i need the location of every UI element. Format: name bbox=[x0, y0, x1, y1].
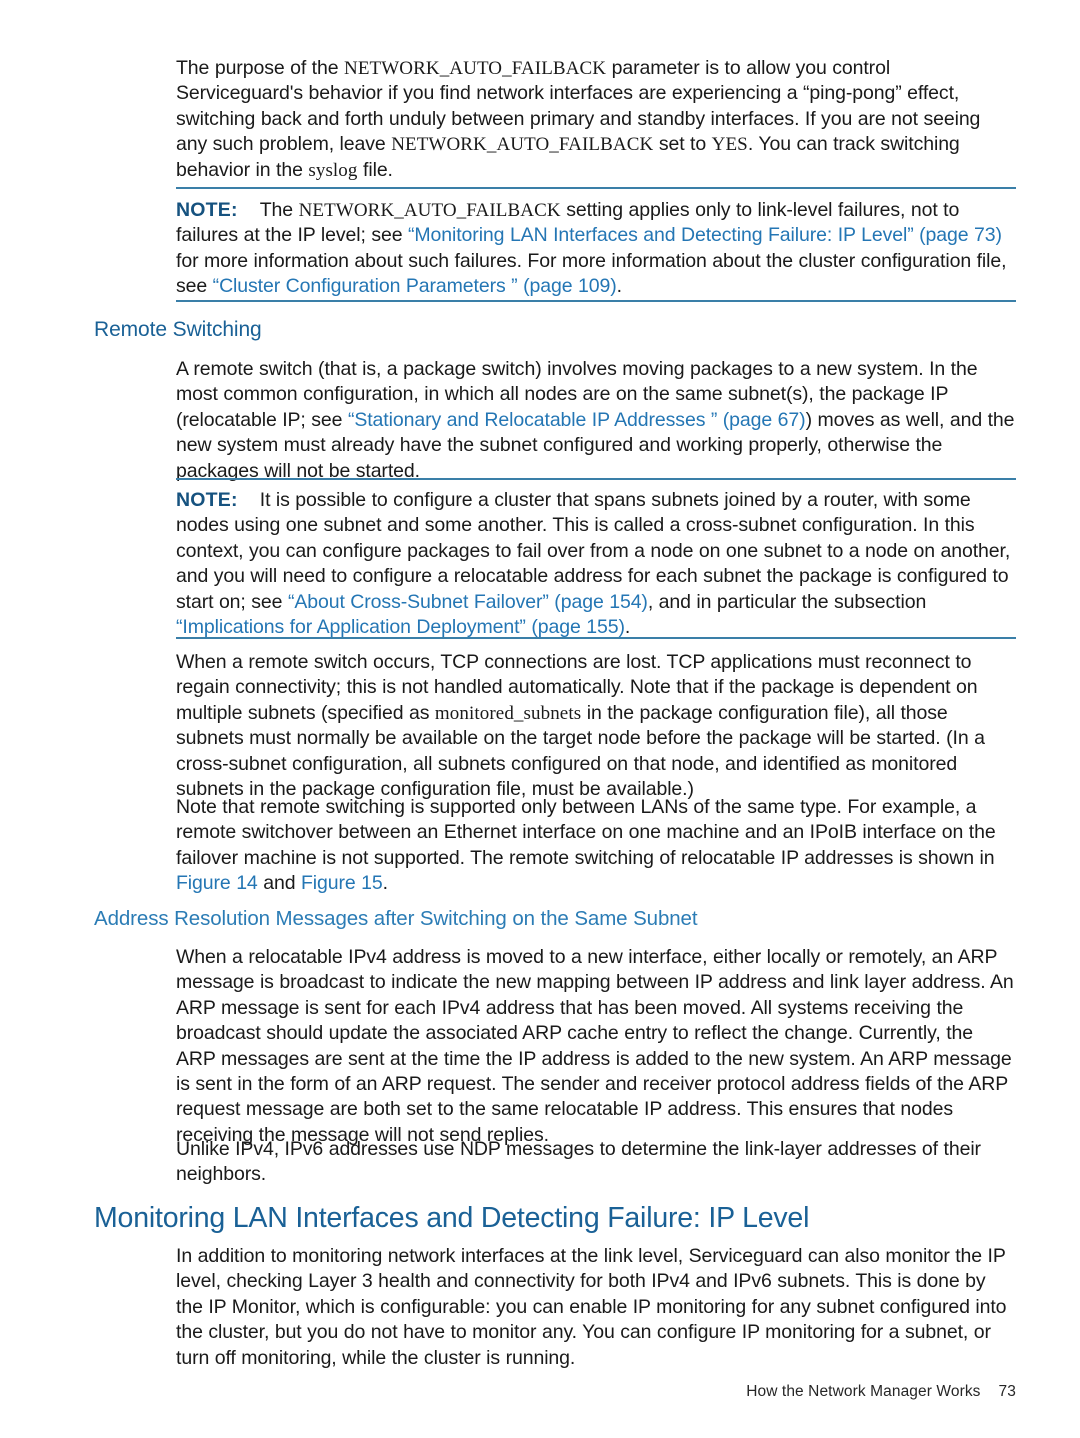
link-monitoring-lan-interfaces-ip-level[interactable]: “Monitoring LAN Interfaces and Detecting… bbox=[408, 224, 1002, 246]
note1-text-1: The bbox=[259, 199, 299, 221]
monitoring-paragraph: In addition to monitoring network interf… bbox=[176, 1245, 1007, 1369]
note2-spacer bbox=[238, 489, 260, 511]
note2-label: NOTE: bbox=[176, 489, 238, 511]
monitoring-paragraph-block: In addition to monitoring network interf… bbox=[176, 1244, 1016, 1371]
note1-text-4: . bbox=[616, 275, 622, 298]
note2-rule-top bbox=[176, 478, 1016, 480]
remote-switching-heading-block: Remote Switching bbox=[94, 317, 1016, 343]
heading-monitoring-lan-interfaces: Monitoring LAN Interfaces and Detecting … bbox=[94, 1202, 810, 1234]
lan-paragraph-block: Note that remote switching is supported … bbox=[176, 795, 1016, 897]
address-resolution-paragraph-2: Unlike IPv4, IPv6 addresses use NDP mess… bbox=[176, 1138, 981, 1186]
heading-address-resolution-messages: Address Resolution Messages after Switch… bbox=[94, 907, 698, 930]
intro-text-5: file. bbox=[357, 158, 393, 181]
heading-remote-switching: Remote Switching bbox=[94, 318, 262, 341]
note2-rule-bottom bbox=[176, 637, 1016, 639]
note1-spacer bbox=[238, 199, 260, 221]
code-network-auto-failback-2: NETWORK_AUTO_FAILBACK bbox=[391, 134, 654, 156]
note2-block: NOTE: It is possible to configure a clus… bbox=[176, 488, 1016, 640]
lan-text-3: . bbox=[382, 872, 388, 895]
lan-paragraph: Note that remote switching is supported … bbox=[176, 795, 1016, 897]
document-page: The purpose of the NETWORK_AUTO_FAILBACK… bbox=[0, 0, 1080, 1438]
intro-text-3: set to bbox=[653, 133, 712, 156]
page-footer: How the Network Manager Works 73 bbox=[94, 1383, 1016, 1401]
intro-paragraph: The purpose of the NETWORK_AUTO_FAILBACK… bbox=[176, 56, 1016, 183]
note2-text-3: . bbox=[624, 616, 631, 639]
intro-paragraph-block: The purpose of the NETWORK_AUTO_FAILBACK… bbox=[176, 56, 1016, 183]
tcp-paragraph: When a remote switch occurs, TCP connect… bbox=[176, 650, 1016, 802]
code-network-auto-failback-1: NETWORK_AUTO_FAILBACK bbox=[344, 58, 607, 79]
note1-rule-top bbox=[176, 187, 1016, 189]
code-monitored-subnets: monitored_subnets bbox=[434, 702, 582, 724]
intro-text-1: The purpose of the bbox=[176, 57, 345, 79]
code-yes: YES bbox=[711, 134, 748, 156]
link-figure-15[interactable]: Figure 15 bbox=[301, 872, 383, 894]
note2-paragraph: NOTE: It is possible to configure a clus… bbox=[176, 488, 1016, 640]
tcp-paragraph-block: When a remote switch occurs, TCP connect… bbox=[176, 650, 1016, 802]
link-cluster-configuration-parameters[interactable]: “Cluster Configuration Parameters ” (pag… bbox=[213, 275, 617, 297]
remote-switching-paragraph: A remote switch (that is, a package swit… bbox=[176, 357, 1016, 484]
lan-text-2: and bbox=[257, 872, 301, 895]
footer-page-number: 73 bbox=[998, 1383, 1016, 1400]
address-resolution-paragraph2-block: Unlike IPv4, IPv6 addresses use NDP mess… bbox=[176, 1137, 1016, 1188]
code-network-auto-failback-3: NETWORK_AUTO_FAILBACK bbox=[298, 200, 561, 221]
note1-rule-bottom bbox=[176, 300, 1016, 302]
link-implications-for-application-deployment[interactable]: “Implications for Application Deployment… bbox=[176, 616, 625, 638]
note2-text-2: , and in particular the subsection bbox=[647, 590, 927, 613]
code-syslog: syslog bbox=[308, 159, 358, 181]
note1-label: NOTE: bbox=[176, 199, 238, 221]
link-about-cross-subnet-failover[interactable]: “About Cross-Subnet Failover” (page 154) bbox=[288, 591, 648, 613]
address-resolution-paragraph-1: When a relocatable IPv4 address is moved… bbox=[176, 946, 1014, 1146]
note1-paragraph: NOTE: The NETWORK_AUTO_FAILBACK setting … bbox=[176, 198, 1016, 300]
address-resolution-paragraph1-block: When a relocatable IPv4 address is moved… bbox=[176, 945, 1016, 1148]
link-stationary-and-relocatable-ip-addresses[interactable]: “Stationary and Relocatable IP Addresses… bbox=[348, 409, 806, 431]
link-figure-14[interactable]: Figure 14 bbox=[176, 872, 258, 894]
monitoring-section-heading-block: Monitoring LAN Interfaces and Detecting … bbox=[94, 1201, 1016, 1235]
address-resolution-heading-block: Address Resolution Messages after Switch… bbox=[94, 906, 1016, 932]
note1-block: NOTE: The NETWORK_AUTO_FAILBACK setting … bbox=[176, 198, 1016, 300]
lan-text-1: Note that remote switching is supported … bbox=[176, 796, 996, 869]
remote-switching-paragraph-block: A remote switch (that is, a package swit… bbox=[176, 357, 1016, 484]
footer-title: How the Network Manager Works bbox=[746, 1383, 981, 1400]
